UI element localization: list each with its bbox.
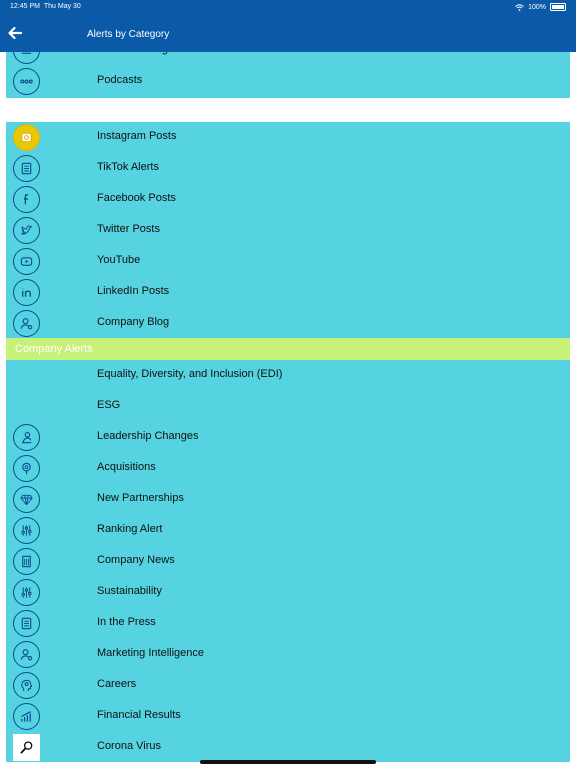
status-right: 100% — [515, 3, 566, 11]
wifi-icon — [515, 3, 524, 11]
list-item-label: Twitter Posts — [97, 223, 160, 235]
list-item-label: Careers — [97, 678, 137, 690]
linkedin-icon — [13, 279, 40, 306]
list-item-careers[interactable]: Careers — [6, 670, 570, 701]
list-item-youtube[interactable]: YouTube — [6, 246, 570, 277]
status-time: 12:45 PM Thu May 30 — [10, 3, 81, 10]
list-item-label: In the Press — [97, 616, 156, 628]
list-item-label: Ranking Alert — [97, 523, 163, 535]
list-item-marketing-intelligence[interactable]: Marketing Intelligence — [6, 639, 570, 670]
list-item-ranking-alert[interactable]: Ranking Alert — [6, 515, 570, 546]
list-item-linkedin-posts[interactable]: LinkedIn Posts — [6, 277, 570, 308]
list-item-label: Sustainability — [97, 585, 162, 597]
list-item-label: Company Blog — [97, 316, 170, 328]
list-item-label: Marketing Intelligence — [97, 647, 205, 659]
head-bulb-icon — [13, 672, 40, 699]
list-item-acquisitions[interactable]: Acquisitions — [6, 453, 570, 484]
list-item-label: Acquisitions — [97, 461, 156, 473]
list-item-label: New Partnerships — [97, 492, 184, 504]
list-item-esg[interactable]: ESG — [6, 391, 570, 422]
list-item-label: Company News — [97, 554, 175, 566]
list-item-label: Podcasts — [97, 74, 143, 86]
magnifier-icon — [13, 734, 40, 761]
more-dots-icon — [13, 68, 40, 95]
twitter-icon — [13, 217, 40, 244]
document-icon — [13, 155, 40, 182]
list-item-new-partnerships[interactable]: New Partnerships — [6, 484, 570, 515]
list-item-in-the-press[interactable]: In the Press — [6, 608, 570, 639]
status-bar: 12:45 PM Thu May 30 100% — [0, 0, 576, 14]
bar-chart-icon — [13, 703, 40, 730]
list-item-label: Equality, Diversity, and Inclusion (EDI) — [97, 368, 283, 380]
list-item-label: Facebook Posts — [97, 192, 176, 204]
sliders-icon — [13, 517, 40, 544]
battery-icon — [550, 3, 566, 11]
building-icon — [13, 548, 40, 575]
list-item-podcasts[interactable]: Podcasts — [6, 66, 570, 97]
group-separator — [6, 98, 570, 122]
leader-icon — [13, 424, 40, 451]
list-item-corona-virus[interactable]: Corona Virus — [6, 732, 570, 762]
list-item-label: YouTube — [97, 254, 141, 266]
document-icon — [13, 610, 40, 637]
section-header-company-alerts: Company Alerts — [6, 338, 570, 360]
user-gear-icon — [13, 310, 40, 337]
list-item-label: Corona Virus — [97, 740, 161, 752]
list-item-label: Banner Change — [97, 52, 174, 55]
target-icon — [13, 455, 40, 482]
instagram-icon — [13, 124, 40, 151]
list-item-company-news[interactable]: Company News — [6, 546, 570, 577]
list-item-equality-diversity-and-inclusion-edi[interactable]: Equality, Diversity, and Inclusion (EDI) — [6, 360, 570, 391]
diamond-icon — [13, 486, 40, 513]
list-icon — [13, 52, 40, 64]
youtube-icon — [13, 248, 40, 275]
list-item-instagram-posts[interactable]: Instagram Posts — [6, 122, 570, 153]
user-gear-icon — [13, 641, 40, 668]
list-item-sustainability[interactable]: Sustainability — [6, 577, 570, 608]
list-item-banner-change[interactable]: Banner Change — [6, 52, 570, 66]
list-item-company-blog[interactable]: Company Blog — [6, 308, 570, 339]
list-item-label: ESG — [97, 399, 121, 411]
list-item-label: TikTok Alerts — [97, 161, 159, 173]
page-title: Alerts by Category — [87, 29, 170, 40]
list-item-label: Instagram Posts — [97, 130, 177, 142]
list-item-tiktok-alerts[interactable]: TikTok Alerts — [6, 153, 570, 184]
list-item-label: Leadership Changes — [97, 430, 199, 442]
back-arrow-icon[interactable] — [7, 25, 23, 41]
list-item-twitter-posts[interactable]: Twitter Posts — [6, 215, 570, 246]
list-item-leadership-changes[interactable]: Leadership Changes — [6, 422, 570, 453]
category-list[interactable]: Company Alerts Banner Change Podcasts Inst… — [6, 52, 570, 762]
sliders-icon — [13, 579, 40, 606]
facebook-icon — [13, 186, 40, 213]
nav-bar: Alerts by Category — [0, 14, 576, 52]
list-item-label: Financial Results — [97, 709, 181, 721]
home-indicator[interactable] — [200, 760, 376, 764]
list-item-facebook-posts[interactable]: Facebook Posts — [6, 184, 570, 215]
list-item-financial-results[interactable]: Financial Results — [6, 701, 570, 732]
list-item-label: LinkedIn Posts — [97, 285, 170, 297]
battery-percent: 100% — [528, 3, 546, 11]
